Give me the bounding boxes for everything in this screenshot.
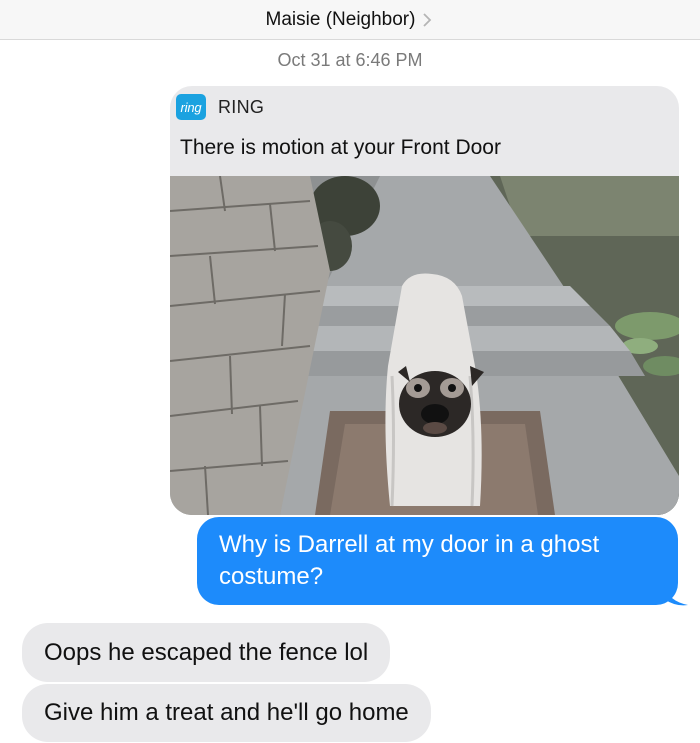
incoming-message[interactable]: Give him a treat and he'll go home [22, 684, 431, 742]
conversation-header: Maisie (Neighbor) [0, 0, 700, 40]
ring-camera-photo[interactable] [170, 176, 679, 515]
contact-name: Maisie (Neighbor) [265, 8, 416, 30]
ring-notification-bubble[interactable]: ring RING There is motion at your Front … [170, 86, 679, 515]
ring-header: ring RING [176, 94, 264, 120]
ring-logo: ring [176, 94, 206, 120]
contact-button[interactable]: Maisie (Neighbor) [266, 9, 435, 31]
ring-app-name: RING [218, 96, 265, 117]
incoming-message[interactable]: Oops he escaped the fence lol [22, 623, 391, 682]
bubble-tail [664, 585, 688, 606]
ring-message: There is motion at your Front Door [180, 136, 501, 159]
message-timestamp: Oct 31 at 6:46 PM [277, 50, 423, 70]
outgoing-message[interactable]: Why is Darrell at my door in a ghost cos… [197, 517, 678, 605]
chevron-right-icon [423, 12, 432, 27]
